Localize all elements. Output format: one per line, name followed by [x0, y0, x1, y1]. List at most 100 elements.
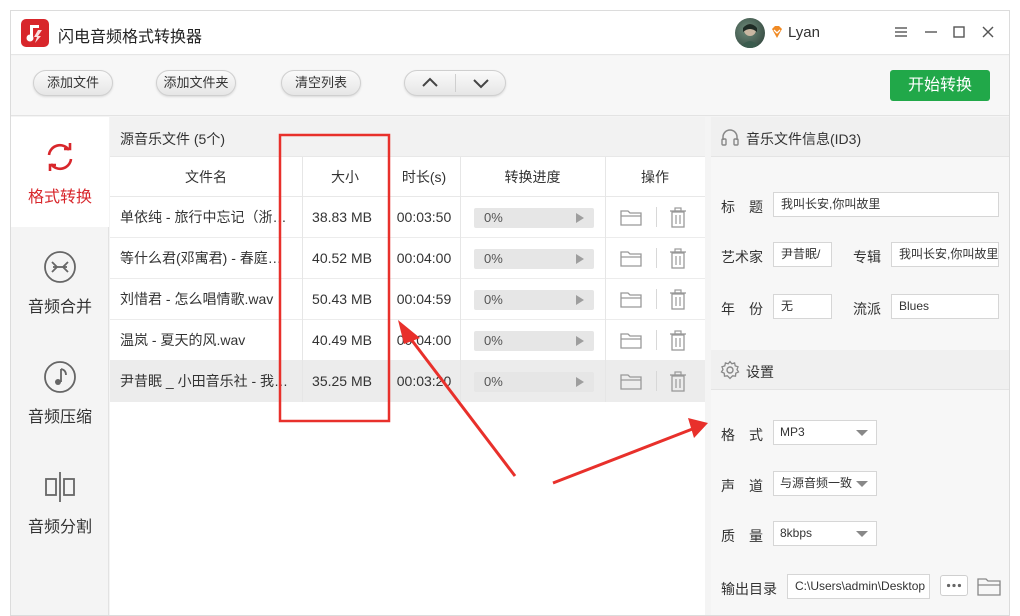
trash-icon[interactable]	[669, 248, 687, 269]
sidebar-item-format-convert[interactable]: 格式转换	[11, 117, 109, 227]
more-icon[interactable]	[940, 575, 968, 596]
file-size: 38.83 MB	[312, 209, 372, 225]
start-convert-button[interactable]: 开始转换	[890, 70, 990, 101]
progress-bar: 0%	[474, 208, 594, 228]
title-bar: 闪电音频格式转换器 Lyan	[11, 11, 1009, 55]
trash-icon[interactable]	[669, 289, 687, 310]
settings-title: 设置	[746, 364, 774, 380]
file-name: 等什么君(邓寓君) - 春庭雪.wav	[120, 250, 292, 266]
file-size: 35.25 MB	[312, 373, 372, 389]
play-icon[interactable]	[576, 377, 584, 387]
refresh-icon	[47, 143, 73, 171]
avatar[interactable]	[735, 18, 765, 48]
menu-icon[interactable]	[891, 22, 911, 42]
play-icon[interactable]	[576, 295, 584, 305]
divider	[656, 330, 657, 350]
column-header-progress: 转换进度	[460, 157, 605, 197]
title-input[interactable]: 我叫长安,你叫故里	[773, 192, 999, 217]
open-folder-icon[interactable]	[620, 331, 642, 349]
divider	[656, 207, 657, 227]
headphones-icon	[721, 129, 739, 146]
table-row[interactable]: 单依纯 - 旅行中忘记（浙江卫视… 38.83 MB 00:03:50 0%	[110, 197, 705, 238]
file-list-panel: 源音乐文件 (5个) 文件名 大小 时长(s) 转换进度 操作 单依纯 - 旅行…	[110, 117, 705, 615]
progress-text: 0%	[484, 210, 503, 225]
trash-icon[interactable]	[669, 371, 687, 392]
minimize-icon[interactable]	[921, 22, 941, 42]
format-label: 格 式	[721, 427, 763, 443]
move-down-icon[interactable]	[456, 71, 506, 95]
file-duration: 00:03:50	[396, 209, 452, 225]
trash-icon[interactable]	[669, 330, 687, 351]
column-header-name[interactable]: 文件名	[110, 157, 302, 197]
channel-select[interactable]: 与源音频一致	[773, 471, 877, 496]
sidebar: 格式转换 音频合并 音频压缩 音频分割	[11, 117, 109, 615]
format-value: MP3	[780, 425, 805, 439]
output-dir-label: 输出目录	[721, 581, 777, 597]
progress-text: 0%	[484, 292, 503, 307]
progress-text: 0%	[484, 251, 503, 266]
file-name: 单依纯 - 旅行中忘记（浙江卫视…	[120, 209, 292, 225]
file-name: 尹昔眠 _ 小田音乐社 - 我叫长安.wav	[120, 373, 292, 389]
divider	[656, 371, 657, 391]
quality-value: 8kbps	[780, 526, 813, 540]
quality-select[interactable]: 8kbps	[773, 521, 877, 546]
file-size: 40.49 MB	[312, 332, 372, 348]
gear-icon	[720, 360, 740, 380]
move-buttons	[404, 70, 506, 96]
column-divider	[388, 157, 389, 402]
maximize-icon[interactable]	[949, 22, 969, 42]
album-input[interactable]: 我叫长安,你叫故里	[891, 242, 999, 267]
chevron-down-icon	[856, 531, 868, 537]
folder-icon[interactable]	[977, 576, 1001, 596]
settings-header: 设置	[711, 350, 1009, 390]
table-row[interactable]: 温岚 - 夏天的风.wav 40.49 MB 00:04:00 0%	[110, 320, 705, 361]
file-list-title: 源音乐文件 (5个)	[120, 131, 225, 147]
open-folder-icon[interactable]	[620, 372, 642, 390]
column-header-actions: 操作	[605, 157, 705, 197]
app-logo-icon	[21, 19, 49, 47]
column-header-duration[interactable]: 时长(s)	[388, 157, 460, 197]
open-folder-icon[interactable]	[620, 249, 642, 267]
trash-icon[interactable]	[669, 207, 687, 228]
file-duration: 00:04:00	[396, 250, 452, 266]
table-row[interactable]: 等什么君(邓寓君) - 春庭雪.wav 40.52 MB 00:04:00 0%	[110, 238, 705, 279]
table-row[interactable]: 尹昔眠 _ 小田音乐社 - 我叫长安.wav 35.25 MB 00:03:20…	[110, 361, 705, 402]
merge-icon	[44, 251, 76, 283]
table-row[interactable]: 刘惜君 - 怎么唱情歌.wav 50.43 MB 00:04:59 0%	[110, 279, 705, 320]
progress-bar: 0%	[474, 290, 594, 310]
file-size: 40.52 MB	[312, 250, 372, 266]
column-divider	[460, 157, 461, 402]
play-icon[interactable]	[576, 336, 584, 346]
sidebar-item-audio-split[interactable]: 音频分割	[11, 447, 109, 557]
progress-bar: 0%	[474, 372, 594, 392]
file-duration: 00:03:20	[396, 373, 452, 389]
artist-input[interactable]: 尹昔眠/	[773, 242, 832, 267]
column-divider	[302, 157, 303, 402]
close-icon[interactable]	[978, 22, 998, 42]
genre-input[interactable]: Blues	[891, 294, 999, 319]
sidebar-item-audio-compress[interactable]: 音频压缩	[11, 337, 109, 447]
sidebar-item-audio-merge[interactable]: 音频合并	[11, 227, 109, 337]
play-icon[interactable]	[576, 254, 584, 264]
vip-diamond-icon	[772, 26, 782, 38]
file-duration: 00:04:00	[396, 332, 452, 348]
clear-list-button[interactable]: 清空列表	[281, 70, 361, 96]
username[interactable]: Lyan	[788, 24, 820, 41]
open-folder-icon[interactable]	[620, 208, 642, 226]
column-divider	[605, 157, 606, 402]
divider	[656, 248, 657, 268]
genre-label: 流派	[853, 301, 881, 317]
play-icon[interactable]	[576, 213, 584, 223]
chevron-down-icon	[856, 430, 868, 436]
add-file-button[interactable]: 添加文件	[33, 70, 113, 96]
progress-bar: 0%	[474, 249, 594, 269]
split-icon	[45, 472, 75, 502]
column-header-size[interactable]: 大小	[302, 157, 388, 197]
output-dir-input[interactable]: C:\Users\admin\Desktop	[787, 574, 930, 599]
format-select[interactable]: MP3	[773, 420, 877, 445]
year-input[interactable]: 无	[773, 294, 832, 319]
add-folder-button[interactable]: 添加文件夹	[156, 70, 236, 96]
right-panel: 音乐文件信息(ID3) 标 题 我叫长安,你叫故里 艺术家 尹昔眠/ 专辑 我叫…	[711, 117, 1009, 615]
open-folder-icon[interactable]	[620, 290, 642, 308]
move-up-icon[interactable]	[405, 71, 455, 95]
